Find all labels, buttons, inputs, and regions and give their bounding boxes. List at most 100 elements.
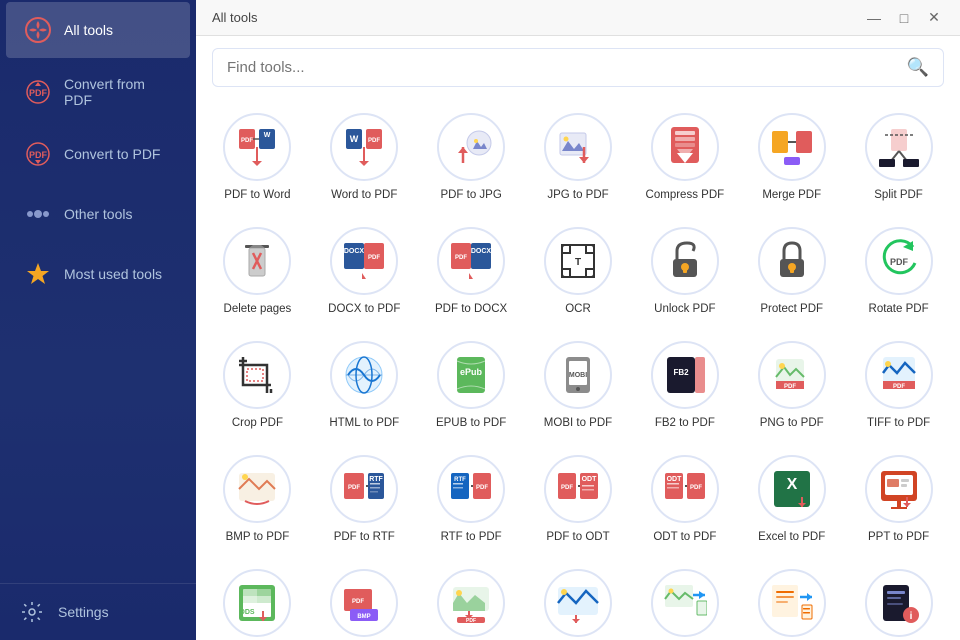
tool-mobi-to-pdf[interactable]: MOBI MOBI to PDF <box>525 331 632 441</box>
tool-icon-excel-to-pdf: X <box>758 455 826 523</box>
tool-label-mobi-to-pdf: MOBI to PDF <box>544 416 612 431</box>
search-bar: 🔍 <box>212 48 944 87</box>
tool-icon-compress-pdf <box>651 113 719 181</box>
tool-label-split-pdf: Split PDF <box>874 188 923 203</box>
main-area: All tools — □ ✕ 🔍 PDF W PDF to Word W PD… <box>196 0 960 640</box>
tool-delete-pages[interactable]: Delete pages <box>204 217 311 327</box>
tool-merge-pdf[interactable]: Merge PDF <box>738 103 845 213</box>
most-used-tools-icon <box>24 260 52 288</box>
tool-label-pdf-to-jpg: PDF to JPG <box>440 188 501 203</box>
tool-ods-to-pdf[interactable]: ODS ODS to PDF <box>204 559 311 640</box>
tool-jpg-to-pdf[interactable]: JPG to PDF <box>525 103 632 213</box>
tool-label-odt-to-pdf: ODT to PDF <box>653 530 716 545</box>
tool-png-to-pdf[interactable]: PDF PNG to PDF <box>738 331 845 441</box>
svg-text:PDF: PDF <box>784 384 796 390</box>
tool-protect-pdf[interactable]: Protect PDF <box>738 217 845 327</box>
tool-icon-delete-pages <box>223 227 291 295</box>
svg-text:i: i <box>909 611 912 622</box>
tool-icon-pdf-to-docx: PDF DOCX <box>437 227 505 295</box>
svg-text:X: X <box>786 476 797 493</box>
tool-label-crop-pdf: Crop PDF <box>232 416 283 431</box>
tool-icon-protect-pdf <box>758 227 826 295</box>
tool-icon-pdf-to-odt: PDF ODT <box>544 455 612 523</box>
settings-icon <box>18 598 46 626</box>
tool-extract-images[interactable]: Extract images <box>631 559 738 640</box>
svg-text:FB2: FB2 <box>673 368 689 377</box>
tool-pdf-to-tiff[interactable]: PDF to TIFF <box>525 559 632 640</box>
svg-text:PDF: PDF <box>368 255 380 261</box>
tool-pdf-to-bmp[interactable]: PDF BMP PDF to BMP <box>311 559 418 640</box>
tool-icon-pdf-to-bmp: PDF BMP <box>330 569 398 637</box>
svg-text:T: T <box>575 257 581 268</box>
tool-pdf-to-png[interactable]: PDF PDF to PNG <box>418 559 525 640</box>
tool-ppt-to-pdf[interactable]: PPT to PDF <box>845 445 952 555</box>
tool-icon-tiff-to-pdf: PDF <box>865 341 933 409</box>
tool-bmp-to-pdf[interactable]: BMP to PDF <box>204 445 311 555</box>
tool-pdf-to-odt[interactable]: PDF ODT PDF to ODT <box>525 445 632 555</box>
tool-unlock-pdf[interactable]: Unlock PDF <box>631 217 738 327</box>
svg-text:PDF: PDF <box>561 485 573 491</box>
window-controls: — □ ✕ <box>864 8 944 28</box>
tool-epub-to-pdf[interactable]: ePub EPUB to PDF <box>418 331 525 441</box>
tool-tiff-to-pdf[interactable]: PDF TIFF to PDF <box>845 331 952 441</box>
sidebar-item-convert-from-pdf[interactable]: PDF Convert from PDF <box>6 62 190 122</box>
maximize-button[interactable]: □ <box>894 8 914 28</box>
tool-icon-mobi-to-pdf: MOBI <box>544 341 612 409</box>
tool-label-bmp-to-pdf: BMP to PDF <box>226 530 290 545</box>
tool-html-to-pdf[interactable]: HTML to PDF <box>311 331 418 441</box>
tool-split-pdf[interactable]: Split PDF <box>845 103 952 213</box>
tool-odt-to-pdf[interactable]: ODT PDF ODT to PDF <box>631 445 738 555</box>
svg-text:PDF: PDF <box>455 255 467 261</box>
tool-crop-pdf[interactable]: Crop PDF <box>204 331 311 441</box>
tool-pdf-to-docx[interactable]: PDF DOCX PDF to DOCX <box>418 217 525 327</box>
tool-pdf-to-word[interactable]: PDF W PDF to Word <box>204 103 311 213</box>
svg-text:BMP: BMP <box>358 614 371 620</box>
settings-item[interactable]: Settings <box>0 583 196 640</box>
tool-icon-odt-to-pdf: ODT PDF <box>651 455 719 523</box>
tool-extract-text[interactable]: Extract text <box>738 559 845 640</box>
tool-fb2-to-pdf[interactable]: FB2 FB2 to PDF <box>631 331 738 441</box>
tool-compress-pdf[interactable]: Compress PDF <box>631 103 738 213</box>
svg-text:PDF: PDF <box>348 485 360 491</box>
close-button[interactable]: ✕ <box>924 8 944 28</box>
sidebar-item-label: Other tools <box>64 206 132 222</box>
tool-icon-extract-images <box>651 569 719 637</box>
tool-label-delete-pages: Delete pages <box>224 302 292 317</box>
tool-label-word-to-pdf: Word to PDF <box>331 188 397 203</box>
tool-icon-bmp-to-pdf <box>223 455 291 523</box>
tool-excel-to-pdf[interactable]: X Excel to PDF <box>738 445 845 555</box>
minimize-button[interactable]: — <box>864 8 884 28</box>
tool-edit-metadata[interactable]: i Edit metadata <box>845 559 952 640</box>
sidebar-item-all-tools[interactable]: All tools <box>6 2 190 58</box>
svg-text:ODS: ODS <box>240 609 256 616</box>
svg-text:W: W <box>350 134 359 144</box>
tool-rtf-to-pdf[interactable]: RTF PDF RTF to PDF <box>418 445 525 555</box>
tool-rotate-pdf[interactable]: PDF Rotate PDF <box>845 217 952 327</box>
tool-label-pdf-to-rtf: PDF to RTF <box>334 530 395 545</box>
window-title: All tools <box>212 10 258 25</box>
tool-docx-to-pdf[interactable]: DOCX PDF DOCX to PDF <box>311 217 418 327</box>
sidebar-item-other-tools[interactable]: Other tools <box>6 186 190 242</box>
tool-icon-edit-metadata: i <box>865 569 933 637</box>
tool-label-unlock-pdf: Unlock PDF <box>654 302 715 317</box>
svg-text:PDF: PDF <box>890 257 909 267</box>
tool-icon-rtf-to-pdf: RTF PDF <box>437 455 505 523</box>
sidebar-item-convert-to-pdf[interactable]: PDF Convert to PDF <box>6 126 190 182</box>
tool-label-rtf-to-pdf: RTF to PDF <box>441 530 502 545</box>
tool-icon-ppt-to-pdf <box>865 455 933 523</box>
tool-pdf-to-rtf[interactable]: PDF RTF PDF to RTF <box>311 445 418 555</box>
sidebar-item-most-used-tools[interactable]: Most used tools <box>6 246 190 302</box>
tool-pdf-to-jpg[interactable]: PDF to JPG <box>418 103 525 213</box>
svg-text:PDF: PDF <box>241 138 253 144</box>
sidebar-item-label: Convert from PDF <box>64 76 172 108</box>
tool-word-to-pdf[interactable]: W PDF Word to PDF <box>311 103 418 213</box>
svg-text:PDF: PDF <box>476 485 488 491</box>
tool-icon-merge-pdf <box>758 113 826 181</box>
tool-label-protect-pdf: Protect PDF <box>760 302 823 317</box>
tool-icon-ods-to-pdf: ODS <box>223 569 291 637</box>
svg-text:DOCX: DOCX <box>344 248 365 255</box>
tool-icon-epub-to-pdf: ePub <box>437 341 505 409</box>
search-input[interactable] <box>227 59 907 76</box>
tool-ocr[interactable]: T OCR <box>525 217 632 327</box>
tool-icon-fb2-to-pdf: FB2 <box>651 341 719 409</box>
